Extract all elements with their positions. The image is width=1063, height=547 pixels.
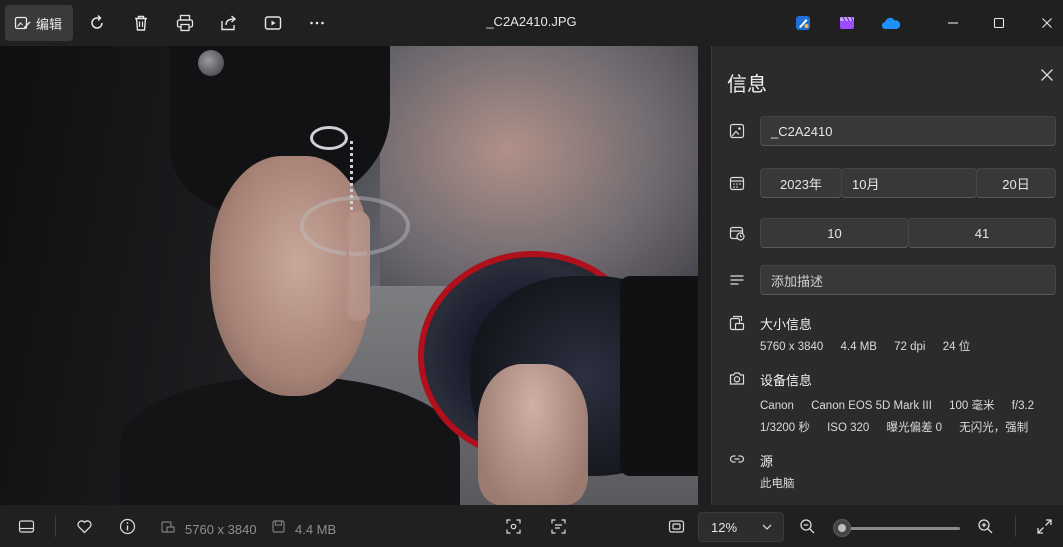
edit-button-label: 编辑 [36,16,63,32]
size-dpi: 72 dpi [894,341,926,353]
chevron-down-icon [762,524,772,530]
edit-image-icon [14,16,31,29]
photo-viewer[interactable] [0,46,698,505]
window-title: _C2A2410.JPG [486,14,577,29]
title-bar: 编辑 _C2A2410.JPG [0,0,1063,46]
size-info-details: 5760 x 3840 4.4 MB 72 dpi 24 位 [760,338,984,354]
description-input[interactable]: 添加描述 [760,265,1056,295]
photo-coat-button [198,50,224,76]
file-name-value: _C2A2410 [771,123,833,139]
device-iso: ISO 320 [827,422,870,434]
minimize-button[interactable] [942,12,964,34]
bottom-separator [55,515,56,537]
source-value: 此电脑 [760,478,795,490]
text-scan-icon[interactable] [548,516,568,536]
size-info-title: 大小信息 [760,317,813,332]
zoom-value: 12% [711,519,738,535]
zoom-slider[interactable] [836,527,960,530]
hour-select[interactable]: 10 [760,218,909,248]
bottom-dimensions: 5760 x 3840 [185,522,257,537]
hour-value: 10 [827,225,842,241]
minute-select[interactable]: 41 [908,218,1056,248]
zoom-slider-thumb[interactable] [833,519,852,537]
print-icon[interactable] [174,12,196,34]
info-icon[interactable] [117,516,137,536]
camera-icon [728,369,746,387]
photo-keychain [346,211,370,321]
source-title: 源 [760,454,774,469]
link-icon [728,450,746,468]
description-placeholder: 添加描述 [771,273,824,289]
clipchamp-icon[interactable] [836,12,858,34]
minimize-icon [948,22,958,24]
device-focal-length: 100 毫米 [949,400,995,412]
size-info-icon [728,314,746,332]
favorite-heart-icon[interactable] [74,516,94,536]
fullscreen-icon[interactable] [1034,516,1054,536]
edit-button[interactable]: 编辑 [5,5,73,41]
device-shutter: 1/3200 秒 [760,422,810,434]
year-select[interactable]: 2023年 [760,168,842,198]
file-name-field[interactable]: _C2A2410 [760,116,1056,146]
device-info-line1: Canon Canon EOS 5D Mark III 100 毫米 f/3.2 [760,397,1048,413]
month-select[interactable]: 10月 [841,168,977,198]
maximize-icon [993,17,1005,29]
photo-chain [350,141,360,216]
bottom-filesize: 4.4 MB [295,522,337,537]
zoom-dropdown[interactable]: 12% [698,512,784,542]
photo-camera-body [620,276,698,476]
bottom-separator [1015,515,1016,537]
device-info-line2: 1/3200 秒 ISO 320 曝光偏差 0 无闪光，强制 [760,419,1042,435]
filmstrip-icon[interactable] [16,516,36,536]
device-flash: 无闪光，强制 [959,422,1029,434]
device-info-title: 设备信息 [760,373,813,388]
scan-icon[interactable] [503,516,523,536]
maximize-button[interactable] [988,12,1010,34]
rotate-icon[interactable] [86,12,108,34]
info-panel: 信息 _C2A2410 2023年 10月 20日 10 41 添加描述 大小信… [711,46,1063,505]
device-exposure-bias: 曝光偏差 0 [886,422,943,434]
share-icon[interactable] [218,12,240,34]
day-select[interactable]: 20日 [976,168,1056,198]
close-window-button[interactable] [1036,12,1058,34]
close-icon [1042,18,1052,28]
size-bitdepth: 24 位 [942,341,971,353]
device-aperture: f/3.2 [1011,400,1035,412]
day-value: 20日 [1002,176,1030,192]
delete-icon[interactable] [130,12,152,34]
panel-close-button[interactable] [1040,68,1058,86]
device-model: Canon EOS 5D Mark III [811,400,932,412]
more-options-icon[interactable] [306,12,328,34]
size-dimensions: 5760 x 3840 [760,341,824,353]
bottom-bar: 5760 x 3840 4.4 MB 12% [0,505,1063,547]
slideshow-icon[interactable] [262,12,284,34]
month-value: 10月 [852,176,880,192]
zoom-in-icon[interactable] [975,516,995,536]
fit-view-icon[interactable] [666,516,686,536]
year-value: 2023年 [780,176,822,192]
photo-hand [478,364,588,505]
description-icon [728,271,746,289]
dimensions-icon [158,516,178,536]
size-filesize: 4.4 MB [840,341,877,353]
image-icon [728,122,746,140]
photo-keyring [310,126,348,150]
calendar-icon [728,174,746,192]
device-make: Canon [760,400,794,412]
close-icon [1041,69,1053,81]
designer-app-icon[interactable] [792,12,814,34]
minute-value: 41 [974,225,990,241]
clock-calendar-icon [728,224,746,242]
onedrive-cloud-icon[interactable] [880,12,902,34]
file-size-icon [268,516,288,536]
panel-title: 信息 [727,74,767,96]
zoom-out-icon[interactable] [797,516,817,536]
